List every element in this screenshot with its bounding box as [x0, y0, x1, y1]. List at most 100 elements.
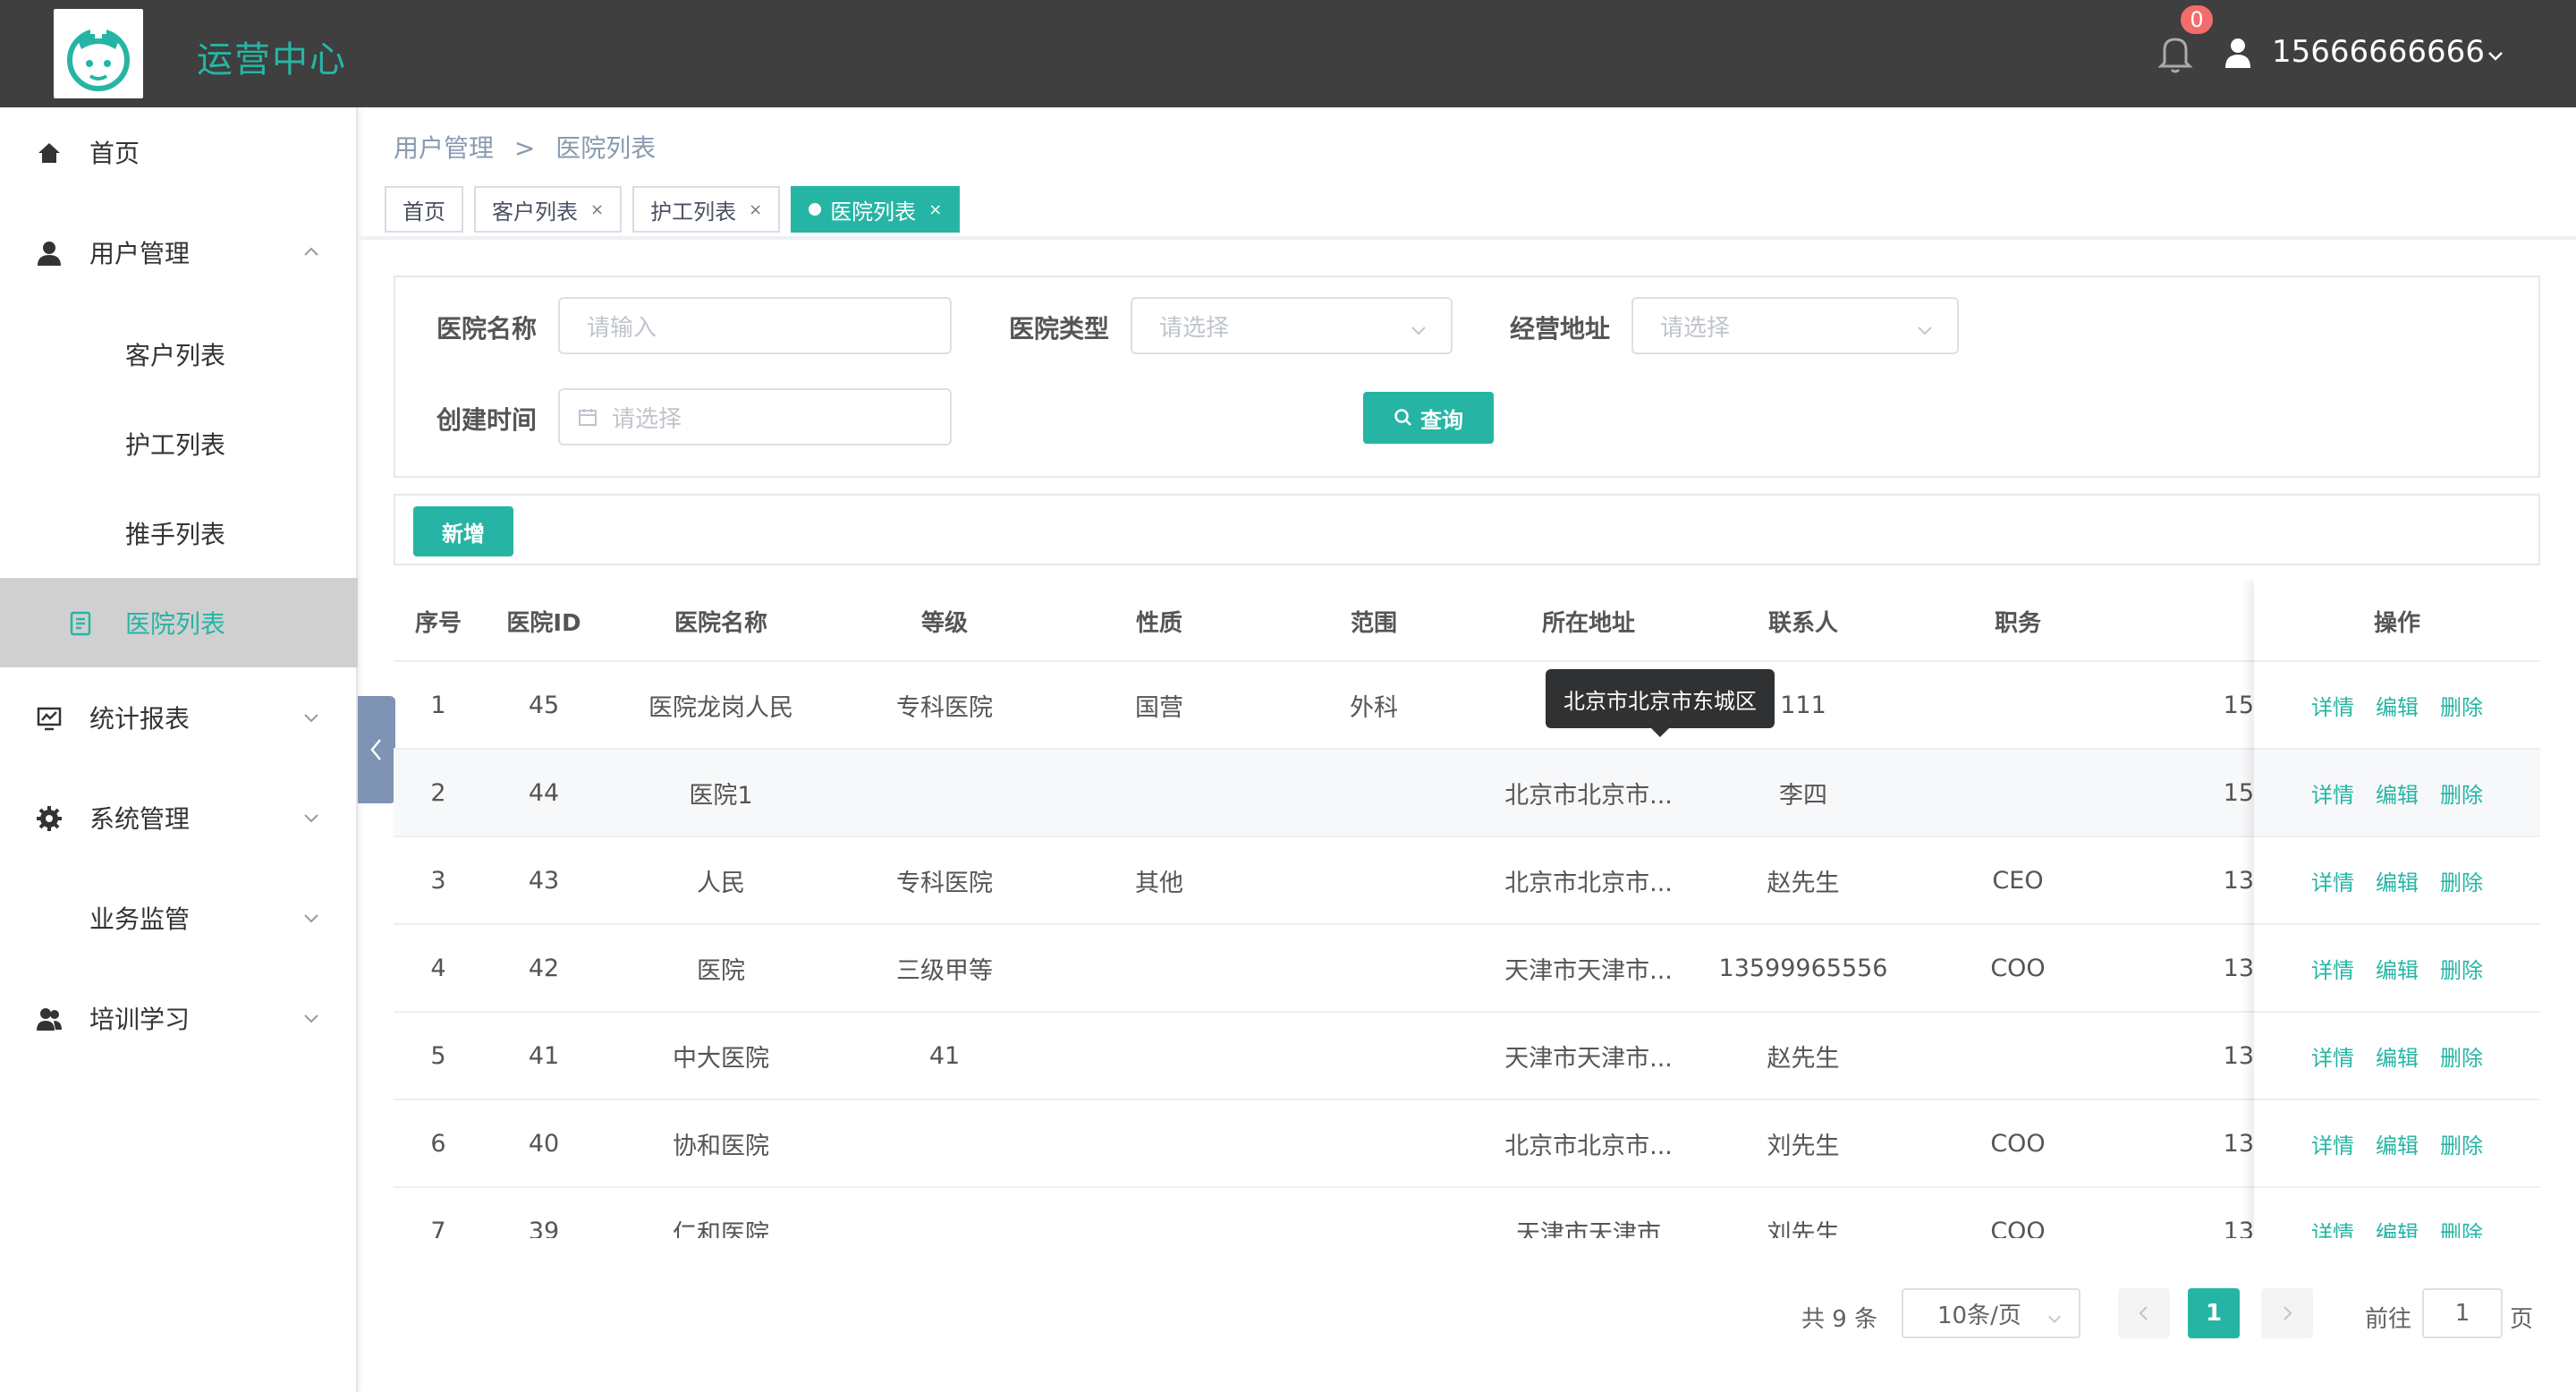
hospital-name-input[interactable]: 请输入: [558, 297, 952, 354]
tab-hospital-list[interactable]: 医院列表 ×: [791, 186, 961, 233]
table-cell: 协和医院: [673, 1132, 769, 1160]
tab-nurse-list[interactable]: 护工列表 ×: [632, 186, 781, 233]
pagination-total: 共 9 条: [1801, 1306, 1878, 1333]
table-cell: 外科: [1350, 693, 1398, 722]
sidebar-item-system[interactable]: 系统管理: [0, 773, 358, 862]
user-icon: [2224, 38, 2252, 68]
table-header: 序号 医院ID 医院名称 等级 性质 范围 所在地址 联系人 职务 操作: [394, 580, 2540, 662]
breadcrumb-separator: >: [513, 133, 536, 163]
operation-column-shadow: [2254, 580, 2540, 1238]
sidebar-item-statistics[interactable]: 统计报表: [0, 673, 358, 762]
page-number[interactable]: 1: [2188, 1288, 2240, 1338]
table-cell: 国营: [1135, 693, 1183, 722]
goto-page-input[interactable]: 1: [2422, 1288, 2503, 1338]
sidebar-item-nurse-list[interactable]: 护工列表: [0, 399, 358, 488]
chevron-down-icon: [302, 809, 320, 827]
placeholder: 请选择: [612, 405, 682, 433]
table-row[interactable]: 7 39 仁和医院 天津市天津市 刘先生 COO 13 详情 编辑 删除: [394, 1188, 2540, 1239]
table-cell: 7: [430, 1217, 446, 1239]
hospital-table: 序号 医院ID 医院名称 等级 性质 范围 所在地址 联系人 职务 操作 1 45…: [394, 580, 2540, 1238]
table-cell: 专科医院: [896, 693, 993, 722]
table-cell: 三级甲等: [896, 956, 993, 985]
table-cell: 13: [2223, 1217, 2254, 1239]
table-cell: 北京市北京市...: [1504, 781, 1673, 810]
placeholder: 请选择: [1159, 314, 1230, 342]
table-cell: 13: [2223, 1129, 2254, 1158]
table-row[interactable]: 5 41 中大医院 41 天津市天津市... 赵先生 13 详情 编辑 删除: [394, 1013, 2540, 1100]
tab-home[interactable]: 首页: [385, 186, 463, 233]
chevron-up-icon: [302, 243, 320, 261]
active-dot-icon: [809, 203, 822, 216]
chevron-down-icon: [2046, 1306, 2063, 1323]
bell-icon[interactable]: [2157, 34, 2193, 73]
table-cell: [1267, 925, 1481, 1011]
table-cell: 1: [430, 691, 446, 719]
tab-customer-list[interactable]: 客户列表 ×: [474, 186, 623, 233]
people-icon: [36, 1006, 63, 1032]
table-cell: 39: [528, 1217, 560, 1239]
hospital-icon: [68, 610, 95, 637]
hospital-type-select[interactable]: 请选择: [1131, 297, 1453, 354]
close-icon[interactable]: ×: [749, 200, 762, 219]
column-header: 序号: [414, 609, 462, 637]
sidebar-item-label: 推手列表: [125, 520, 226, 549]
close-icon[interactable]: ×: [590, 200, 604, 219]
query-button[interactable]: 查询: [1363, 392, 1494, 444]
address-select[interactable]: 请选择: [1631, 297, 1959, 354]
table-row[interactable]: 2 44 医院1 北京市北京市... 李四 15 详情 编辑 删除: [394, 750, 2540, 837]
sidebar-item-training[interactable]: 培训学习: [0, 973, 358, 1063]
table-cell: 13: [2223, 1041, 2254, 1070]
close-icon[interactable]: ×: [928, 200, 942, 219]
table-cell: 天津市天津市...: [1504, 956, 1673, 985]
table-cell: [1267, 837, 1481, 923]
table-cell: 13: [2223, 866, 2254, 895]
sidebar-item-supervision[interactable]: 业务监管: [0, 873, 358, 963]
sidebar-item-promoter-list[interactable]: 推手列表: [0, 488, 358, 578]
table-cell: 43: [528, 866, 560, 895]
table-cell: [837, 750, 1052, 836]
column-header: 范围: [1350, 609, 1397, 637]
breadcrumb-item[interactable]: 用户管理: [394, 133, 494, 163]
tab-label: 首页: [402, 199, 445, 225]
table-row[interactable]: 6 40 协和医院 北京市北京市... 刘先生 COO 13 详情 编辑 删除: [394, 1100, 2540, 1188]
table-cell: COO: [1990, 1129, 2046, 1158]
table-row[interactable]: 1 45 医院龙岗人民 专科医院 国营 外科 111 15 详情 编辑 删除: [394, 662, 2540, 750]
sidebar-item-label: 护工列表: [125, 430, 226, 460]
chevron-down-icon: [302, 709, 320, 726]
table-cell: 中大医院: [673, 1044, 769, 1073]
sidebar-item-hospital-list[interactable]: 医院列表: [0, 578, 358, 667]
chevron-down-icon[interactable]: [2487, 47, 2504, 64]
chevron-down-icon: [302, 909, 320, 927]
hospital-type-label: 医院类型: [1009, 314, 1110, 344]
table-cell: [1052, 750, 1267, 836]
calendar-icon: [578, 407, 597, 427]
table-cell: 42: [528, 954, 560, 982]
created-time-picker[interactable]: 请选择: [558, 388, 952, 446]
address-tooltip: 北京市北京市东城区: [1546, 669, 1775, 737]
tab-label: 护工列表: [650, 199, 737, 225]
table-row[interactable]: 3 43 人民 专科医院 其他 北京市北京市... 赵先生 CEO 13 详情 编辑 删除: [394, 837, 2540, 925]
table-cell: 天津市天津市: [1516, 1219, 1661, 1239]
table-cell: 仁和医院: [673, 1219, 769, 1239]
action-panel: 新增: [394, 494, 2540, 565]
column-header: 医院ID: [506, 609, 581, 637]
app-title: 运营中心: [197, 39, 347, 81]
table-cell: 刘先生: [1767, 1219, 1840, 1239]
sidebar-item-label: 用户管理: [89, 239, 191, 268]
sidebar-item-home[interactable]: 首页: [0, 107, 358, 197]
add-button[interactable]: 新增: [413, 506, 513, 556]
divider: [360, 236, 2576, 240]
table-row[interactable]: 4 42 医院 三级甲等 天津市天津市... 13599965556 COO 13 详情 编辑 删除: [394, 925, 2540, 1013]
goto-unit: 页: [2510, 1306, 2534, 1333]
page-size-select[interactable]: 10条/页: [1902, 1288, 2080, 1338]
prev-page-button[interactable]: [2118, 1288, 2170, 1338]
sidebar-item-customer-list[interactable]: 客户列表: [0, 310, 358, 399]
user-name[interactable]: 15666666666: [2272, 34, 2485, 70]
chevron-down-icon: [1410, 318, 1428, 336]
sidebar-item-user-management[interactable]: 用户管理: [0, 208, 358, 297]
column-header: 医院名称: [674, 609, 767, 637]
sidebar-collapse-handle[interactable]: [358, 696, 395, 803]
table-cell: [1911, 750, 2125, 836]
table-cell: 15: [2223, 778, 2254, 807]
next-page-button[interactable]: [2261, 1288, 2313, 1338]
